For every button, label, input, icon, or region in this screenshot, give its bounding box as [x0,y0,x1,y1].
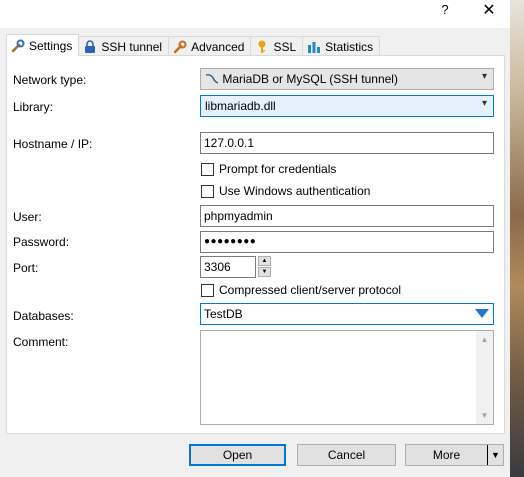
tab-label: Advanced [191,39,245,54]
chevron-down-icon: ▾ [481,71,487,82]
tab-advanced[interactable]: Advanced [168,36,252,56]
mariadb-icon [205,73,219,85]
comment-label: Comment: [13,335,69,349]
open-button[interactable]: Open [189,444,286,466]
databases-label: Databases: [13,309,74,323]
close-button[interactable]: ✕ [480,0,498,22]
checkbox-box [201,162,214,176]
password-label: Password: [13,235,70,249]
compressed-protocol-label: Compressed client/server protocol [219,283,402,297]
dropdown-arrow-icon[interactable] [475,307,489,321]
vertical-scrollbar[interactable]: ▲ ▼ [476,331,493,424]
port-label: Port: [13,261,39,275]
wrench-icon [173,40,187,54]
tab-label: SSL [273,39,297,54]
hostname-label: Hostname / IP: [13,137,93,151]
prompt-credentials-checkbox[interactable]: Prompt for credentials [201,162,336,176]
databases-combo[interactable]: TestDB [200,303,494,325]
tab-ssl[interactable]: SSL [250,36,304,56]
chevron-down-icon[interactable]: ▼ [487,445,503,465]
wrench-icon [11,39,25,53]
help-button[interactable]: ? [438,2,452,20]
tab-label: Statistics [325,39,374,54]
comment-textarea[interactable]: ▲ ▼ [200,330,494,425]
checkbox-box [201,283,214,297]
tab-bar: Settings SSH tunnel Advanced SSL Statist… [6,34,381,56]
chevron-down-icon: ▾ [481,98,487,109]
prompt-credentials-label: Prompt for credentials [219,162,337,176]
spin-down-icon[interactable]: ▼ [258,267,271,277]
windows-auth-label: Use Windows authentication [219,184,371,198]
user-input[interactable]: phpmyadmin [200,205,494,227]
bar-chart-icon [307,40,321,54]
spin-up-icon[interactable]: ▲ [258,256,271,266]
checkbox-box [201,184,214,198]
password-input[interactable]: ●●●●●●●● [200,231,494,253]
network-type-select[interactable]: MariaDB or MySQL (SSH tunnel) ▾ [200,68,494,90]
port-spinner[interactable]: ▲ ▼ [258,256,271,277]
hostname-input[interactable]: 127.0.0.1 [200,132,494,154]
more-button[interactable]: More ▼ [405,444,504,466]
databases-value: TestDB [204,307,243,321]
tab-ssh-tunnel[interactable]: SSH tunnel [78,36,170,56]
key-icon [255,40,269,54]
compressed-protocol-checkbox[interactable]: Compressed client/server protocol [201,283,401,297]
tab-statistics[interactable]: Statistics [302,36,381,56]
network-type-value: MariaDB or MySQL (SSH tunnel) [222,72,398,86]
windows-auth-checkbox[interactable]: Use Windows authentication [201,184,370,198]
desktop-background [510,0,524,477]
user-label: User: [13,210,42,224]
library-value: libmariadb.dll [205,99,276,113]
title-bar: ? ✕ [0,0,510,28]
cancel-button[interactable]: Cancel [297,444,396,466]
library-label: Library: [13,100,54,114]
scroll-down-icon[interactable]: ▼ [476,407,493,424]
tab-label: SSH tunnel [101,39,163,54]
lock-icon [83,39,97,54]
more-label: More [432,448,461,462]
library-select[interactable]: libmariadb.dll ▾ [200,95,494,117]
settings-panel: Network type: MariaDB or MySQL (SSH tunn… [6,55,505,434]
network-type-label: Network type: [13,73,87,87]
tab-settings[interactable]: Settings [6,34,80,56]
scroll-up-icon[interactable]: ▲ [476,331,493,348]
tab-label: Settings [29,38,73,53]
port-input[interactable]: 3306 [200,256,256,278]
session-dialog: ? ✕ Settings SSH tunnel Advanced SSL Sta… [0,0,524,477]
